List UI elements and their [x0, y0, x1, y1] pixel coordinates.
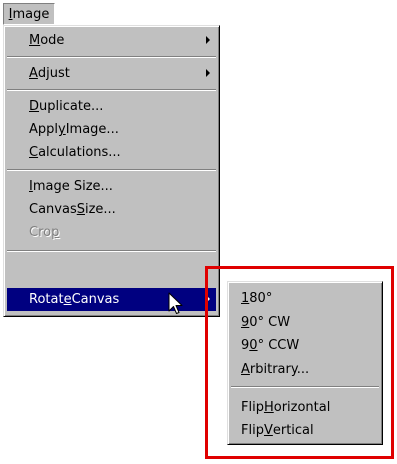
- menu-item-apply-image[interactable]: Appl y Image...: [7, 118, 216, 141]
- submenu-arrow-icon: [206, 295, 210, 303]
- menu-item-adjust[interactable]: Adjust: [7, 62, 216, 85]
- submenu-arrow-icon: [206, 36, 210, 44]
- menu-item-crop: Cro p: [29, 225, 60, 240]
- submenu-item-90-cw[interactable]: 9 0° CW: [231, 311, 379, 334]
- submenu-item-90-ccw[interactable]: 9 0 ° CCW: [231, 334, 379, 357]
- menu-separator: [231, 386, 379, 388]
- menu-item-calculations[interactable]: Calculations...: [7, 141, 216, 164]
- menu-separator: [7, 89, 216, 91]
- menu-item-mode[interactable]: Mode: [7, 29, 216, 52]
- menu-item-duplicate[interactable]: Duplicate...: [7, 95, 216, 118]
- menu-separator: [7, 56, 216, 58]
- menu-item-image-size[interactable]: Image Size...: [7, 175, 216, 198]
- menu-separator: [7, 169, 216, 171]
- arrow-pointer-icon: [168, 292, 184, 320]
- submenu-item-180[interactable]: 1 80°: [231, 287, 379, 310]
- submenu-arrow-icon: [206, 69, 210, 77]
- image-dropdown-menu: Mode Adjust Duplicate... Appl y Image... …: [3, 25, 220, 317]
- submenu-item-flip-vertical[interactable]: Flip Vertical: [231, 419, 379, 442]
- rotate-canvas-submenu: 1 80° 9 0° CW 9 0 ° CCW Arbitrary... Flip Ho…: [227, 281, 383, 445]
- submenu-item-flip-horizontal[interactable]: Flip Horizontal: [231, 396, 379, 419]
- menu-separator: [7, 250, 216, 252]
- menu-item-canvas-size[interactable]: Canvas Size...: [7, 198, 216, 221]
- submenu-item-arbitrary[interactable]: Arbitrary...: [231, 358, 379, 381]
- menu-image-label: mage: [12, 6, 50, 22]
- menu-item-rotate-canvas[interactable]: Rotat e Canvas: [7, 288, 216, 311]
- menu-image[interactable]: Image: [3, 3, 55, 25]
